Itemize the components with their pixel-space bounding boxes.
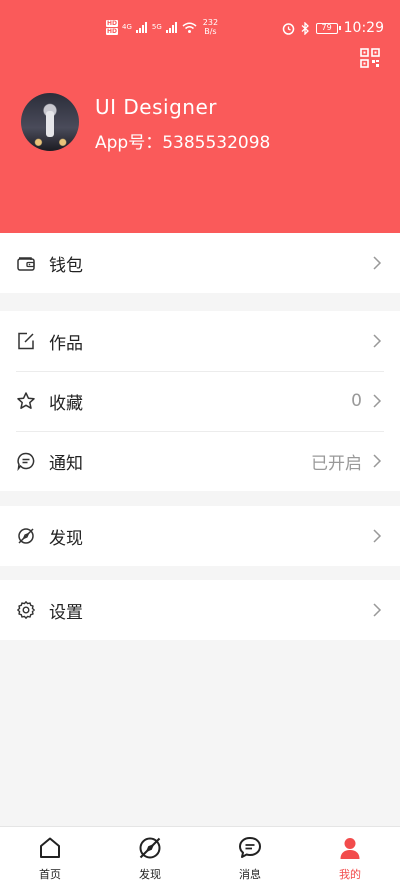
user-icon bbox=[340, 838, 360, 859]
tab-label: 发现 bbox=[139, 868, 161, 881]
profile-name: UI Designer bbox=[95, 95, 217, 119]
chevron-right-icon bbox=[373, 334, 382, 348]
compass-icon bbox=[139, 837, 161, 859]
menu-item-label: 收藏 bbox=[49, 393, 83, 414]
tab-me[interactable]: 我的 bbox=[300, 827, 400, 888]
network-speed: 232 B/s bbox=[202, 18, 219, 36]
hd-badge-1: HD bbox=[106, 19, 119, 27]
edit-icon bbox=[16, 331, 36, 351]
battery-icon: 79 bbox=[315, 22, 341, 34]
profile-app-id: App号：5385532098 bbox=[95, 133, 271, 153]
menu-item-label: 钱包 bbox=[49, 255, 83, 276]
menu-item-label: 发现 bbox=[49, 528, 83, 549]
hd-badge-2: HD bbox=[106, 27, 119, 35]
qr-code-icon[interactable] bbox=[360, 48, 380, 68]
discover-section: 发现 bbox=[0, 506, 400, 566]
status-right: 79 10:29 bbox=[282, 20, 384, 36]
alarm-icon bbox=[282, 22, 294, 35]
menu-item-label: 作品 bbox=[49, 333, 83, 354]
tab-label: 消息 bbox=[239, 868, 261, 881]
chevron-right-icon bbox=[373, 529, 382, 543]
tab-home[interactable]: 首页 bbox=[0, 827, 100, 888]
menu-item-notifications[interactable]: 通知 已开启 bbox=[0, 431, 400, 491]
home-icon bbox=[40, 837, 60, 858]
avatar[interactable] bbox=[21, 93, 79, 151]
star-icon bbox=[16, 391, 36, 411]
tab-discover[interactable]: 发现 bbox=[100, 827, 200, 888]
chevron-right-icon bbox=[373, 256, 382, 270]
signal-icon bbox=[165, 21, 177, 33]
menu-item-works[interactable]: 作品 bbox=[0, 311, 400, 371]
menu-item-label: 设置 bbox=[49, 602, 83, 623]
chevron-right-icon bbox=[373, 394, 382, 408]
profile-header: HD HD 4G 5G 232 B/s 79 10:29 UI Designer… bbox=[0, 0, 400, 240]
wallet-icon bbox=[16, 253, 36, 273]
tab-label: 首页 bbox=[39, 868, 61, 881]
gear-icon bbox=[16, 600, 36, 620]
message-icon bbox=[16, 451, 36, 471]
compass-icon bbox=[16, 526, 36, 546]
settings-section: 设置 bbox=[0, 580, 400, 640]
menu-item-label: 通知 bbox=[49, 453, 83, 474]
menu-item-wallet[interactable]: 钱包 bbox=[0, 233, 400, 293]
status-bar: HD HD 4G 5G 232 B/s 79 10:29 bbox=[0, 16, 400, 44]
wallet-section: 钱包 bbox=[0, 233, 400, 293]
tab-messages[interactable]: 消息 bbox=[200, 827, 300, 888]
signal-icon bbox=[135, 21, 147, 33]
network-type-2: 5G bbox=[151, 23, 162, 31]
clock: 10:29 bbox=[343, 20, 384, 36]
bluetooth-icon bbox=[301, 21, 309, 35]
menu-item-settings[interactable]: 设置 bbox=[0, 580, 400, 640]
menu-item-discover[interactable]: 发现 bbox=[0, 506, 400, 566]
menu-item-favorites[interactable]: 收藏 0 bbox=[0, 371, 400, 431]
chevron-right-icon bbox=[373, 454, 382, 468]
tab-label: 我的 bbox=[339, 868, 361, 881]
message-icon bbox=[239, 837, 261, 858]
bottom-tab-bar: 首页 发现 消息 我的 bbox=[0, 826, 400, 888]
favorites-count: 0 bbox=[351, 391, 362, 411]
status-left: HD HD 4G 5G 232 B/s bbox=[106, 18, 218, 36]
chevron-right-icon bbox=[373, 603, 382, 617]
notifications-status: 已开启 bbox=[311, 453, 362, 474]
wifi-icon bbox=[182, 22, 197, 33]
network-type-1: 4G bbox=[122, 23, 132, 31]
content-section: 作品 收藏 0 通知 已开启 bbox=[0, 311, 400, 491]
